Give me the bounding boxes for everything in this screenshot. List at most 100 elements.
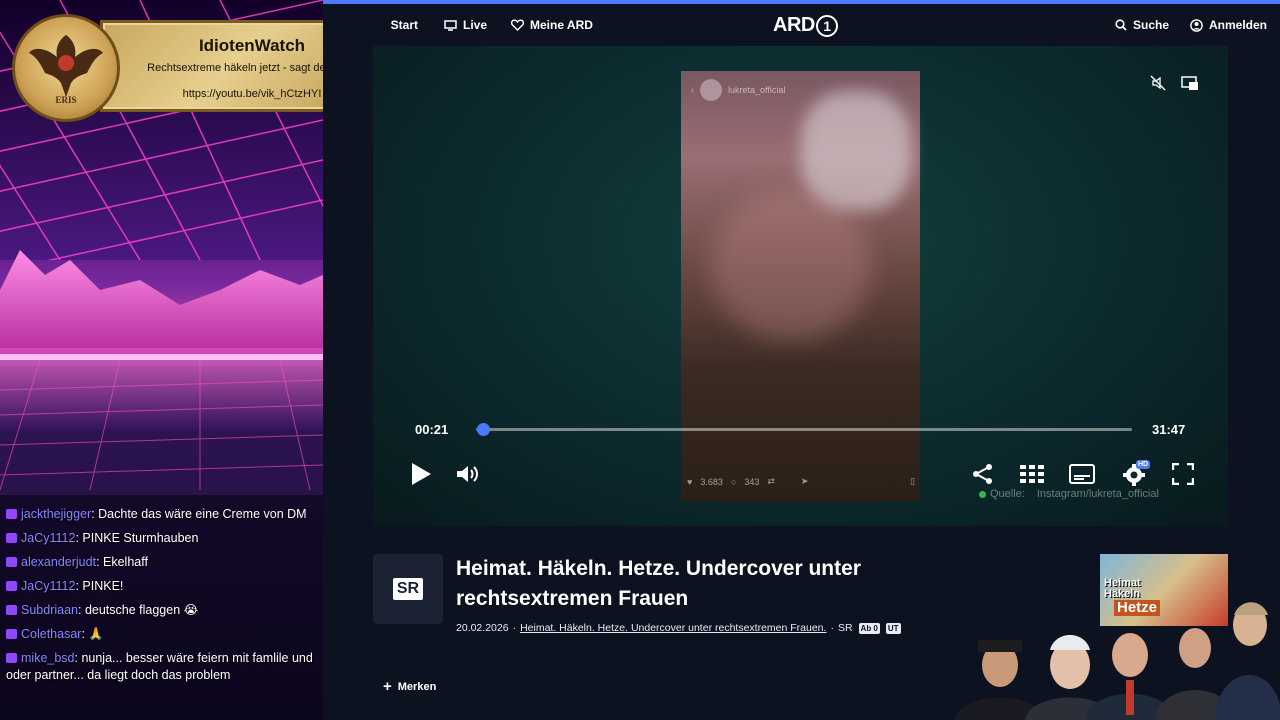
chat-message: JaCy1112: PINKE! — [6, 578, 320, 595]
series-link[interactable]: Heimat. Häkeln. Hetze. Undercover unter … — [520, 622, 826, 634]
instagram-header: ‹ lukreta_official — [691, 79, 785, 101]
chat-message: Colethasar: 🙏 — [6, 626, 320, 643]
chat-username[interactable]: JaCy1112 — [21, 579, 75, 593]
video-frame: ‹ lukreta_official ♥ 3.683 ○ 343 ⇄ ➤ ▯ — [681, 71, 920, 501]
mute-indicator-icon[interactable] — [1149, 74, 1167, 92]
fullscreen-button[interactable] — [1170, 462, 1196, 486]
nav-meine-ard[interactable]: Meine ARD — [511, 18, 593, 32]
heart-icon: ♥ — [687, 476, 693, 487]
send-icon: ➤ — [800, 476, 809, 486]
channel-logo-text: SR — [392, 578, 424, 600]
play-icon — [412, 463, 431, 485]
tv-icon — [444, 19, 457, 31]
channel-name: SR — [837, 622, 853, 634]
page-title: Heimat. Häkeln. Hetze. Undercover unter … — [456, 557, 861, 610]
merken-button[interactable]: + Merken — [383, 678, 436, 695]
share-icon — [973, 464, 992, 484]
nav-login[interactable]: Anmelden — [1190, 18, 1267, 32]
nav-start[interactable]: Start — [363, 18, 418, 32]
top-navigation: Start Live Meine ARD ARD 1 Suche Anmelden — [323, 0, 1280, 46]
nav-live-label: Live — [463, 18, 488, 32]
subtitles-icon — [1069, 464, 1095, 484]
chat-badge-icon — [6, 605, 17, 615]
age-rating-badge: Ab 0 — [858, 622, 880, 634]
chat-text: deutsche flaggen 😭 — [84, 603, 199, 617]
heart-icon — [511, 19, 524, 31]
chat-username[interactable]: JaCy1112 — [21, 531, 75, 545]
banner-subtitle: Rechtsextreme häkeln jetzt - sagt der ÖR… — [147, 62, 323, 74]
comment-icon: ○ — [730, 476, 737, 487]
instagram-footer: ♥ 3.683 ○ 343 ⇄ ➤ ▯ — [687, 476, 915, 487]
chat-message: Subdriaan: deutsche flaggen 😭 — [6, 602, 320, 619]
chat-message: JaCy1112: PINKE Sturmhauben — [6, 530, 320, 547]
stream-overlay-panel: ERIS IdiotenWatch Rechtsextreme häkeln j… — [0, 0, 323, 720]
chat-username[interactable]: Subdriaan — [21, 603, 78, 617]
logo-text: ERIS — [55, 95, 77, 105]
nav-start-label: Start — [390, 18, 418, 32]
nav-login-label: Anmelden — [1209, 18, 1268, 32]
stream-banner: ERIS IdiotenWatch Rechtsextreme häkeln j… — [12, 14, 323, 122]
plus-icon: + — [383, 678, 392, 695]
ard-one-icon: 1 — [815, 14, 838, 37]
avatar — [700, 79, 722, 101]
share-button[interactable] — [970, 462, 996, 486]
merken-label: Merken — [397, 680, 437, 693]
volume-button[interactable] — [456, 462, 482, 486]
settings-button[interactable]: HD — [1119, 460, 1151, 488]
banner-url: https://youtu.be/vik_hCtzHYI — [182, 88, 322, 100]
duration: 31:47 — [1152, 422, 1186, 437]
repost-icon: ⇄ — [767, 476, 775, 486]
nav-meine-ard-label: Meine ARD — [530, 18, 593, 32]
program-meta: 20.02.2026 · Heimat. Häkeln. Hetze. Unde… — [456, 622, 901, 634]
channel-logo[interactable]: SR — [373, 554, 443, 624]
bookmark-icon: ▯ — [910, 476, 915, 486]
user-icon — [1190, 18, 1203, 32]
chat-badge-icon — [6, 533, 17, 543]
comment-count: 343 — [744, 476, 760, 487]
current-time: 00:21 — [415, 422, 449, 437]
chat-username[interactable]: jackthejigger — [21, 507, 91, 521]
ard-logo-text: ARD — [773, 14, 815, 36]
video-blur-highlight — [801, 91, 911, 211]
chat-badge-icon — [6, 557, 17, 567]
hd-badge: HD — [1136, 460, 1151, 469]
chat-text: Dachte das wäre eine Creme von DM — [98, 507, 307, 521]
instagram-account: lukreta_official — [728, 85, 786, 95]
progress-bar[interactable] — [476, 423, 1132, 436]
progress-handle[interactable] — [477, 423, 491, 436]
subtitle-badge: UT — [885, 622, 901, 634]
meta-separator: · — [512, 622, 517, 634]
person-silhouettes — [955, 602, 1280, 720]
webcam-overlay — [955, 602, 1280, 720]
source-dot — [979, 490, 986, 498]
nav-live[interactable]: Live — [444, 18, 487, 32]
like-count: 3.683 — [700, 476, 723, 487]
video-player[interactable]: ‹ lukreta_official ♥ 3.683 ○ 343 ⇄ ➤ ▯ Que… — [373, 46, 1228, 526]
ard-logo[interactable]: ARD 1 — [773, 14, 838, 37]
picture-in-picture-icon[interactable] — [1180, 74, 1200, 92]
chat-badge-icon — [6, 581, 17, 591]
source-value: Instagram/lukreta_official — [1036, 488, 1159, 500]
source-prefix: Quelle: — [990, 488, 1025, 500]
volume-icon — [457, 466, 478, 482]
chat-username[interactable]: mike_bsd — [21, 651, 75, 665]
chat-username[interactable]: Colethasar — [21, 627, 81, 641]
search-icon — [1115, 19, 1127, 31]
nav-search[interactable]: Suche — [1115, 18, 1169, 32]
back-icon: ‹ — [691, 85, 694, 95]
chat-text: 🙏 — [88, 627, 104, 641]
chapters-button[interactable] — [1019, 462, 1045, 486]
chat-list: jackthejigger: Dachte das wäre eine Crem… — [6, 506, 320, 691]
video-blur-face — [711, 191, 871, 341]
chat-badge-icon — [6, 629, 17, 639]
meta-separator: · — [830, 622, 834, 634]
chat-message: mike_bsd: nunja... besser wäre feiern mi… — [6, 651, 313, 682]
chat-username[interactable]: alexanderjudt — [21, 555, 96, 569]
grid-icon — [1020, 465, 1044, 483]
subtitles-button[interactable] — [1068, 462, 1096, 486]
play-button[interactable] — [409, 462, 433, 486]
chat-text: PINKE! — [82, 579, 124, 593]
nav-search-label: Suche — [1133, 18, 1170, 32]
chat-badge-icon — [6, 653, 17, 663]
pink-mountains — [0, 250, 323, 490]
